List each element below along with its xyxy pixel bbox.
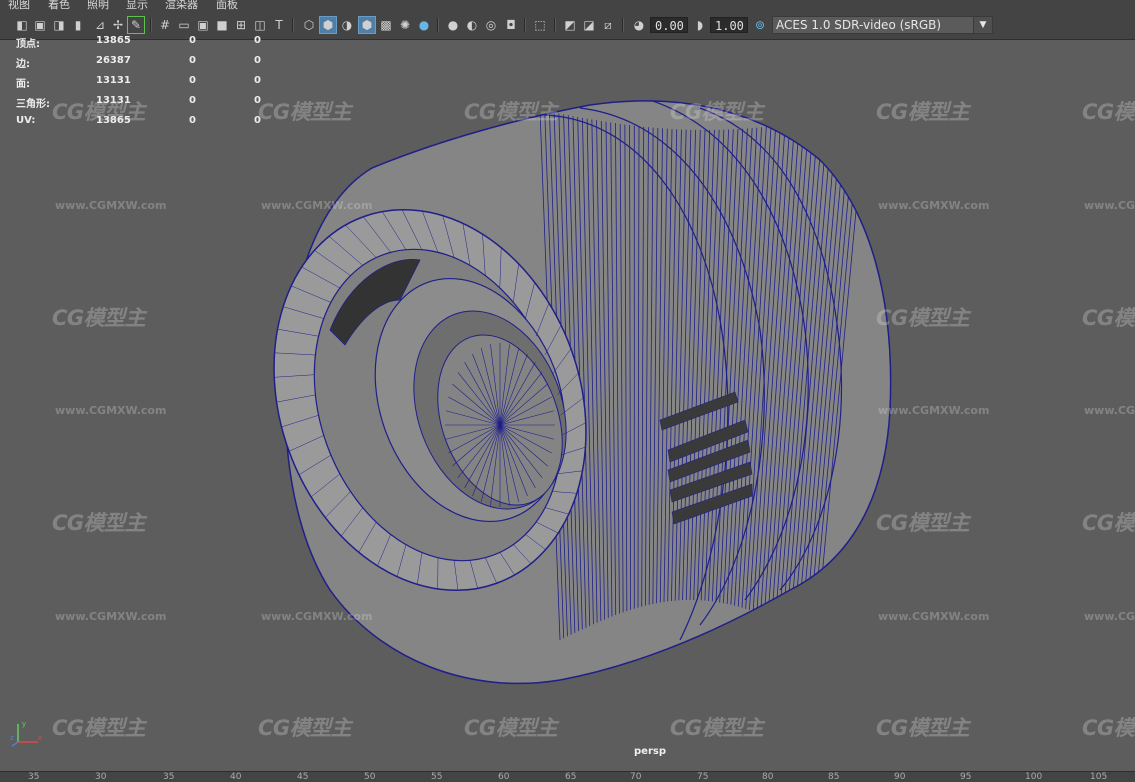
hud-value-triangles: 0: [254, 115, 261, 126]
menu-renderer[interactable]: 渲染器: [165, 0, 198, 10]
bookmark-icon[interactable]: ▮: [70, 17, 86, 33]
film-gate-toggle-icon[interactable]: ▭: [176, 17, 192, 33]
gamma-icon[interactable]: ◕: [631, 17, 647, 33]
hud-value: 13865: [96, 115, 131, 126]
menu-panels[interactable]: 面板: [216, 0, 238, 10]
menu-lighting[interactable]: 照明: [87, 0, 109, 10]
grease-pencil-icon[interactable]: ✎: [128, 17, 144, 33]
hud-label: 三角形:: [16, 95, 50, 110]
viewport-menu-bar: 视图 着色 照明 显示 渲染器 面板: [0, 0, 1135, 12]
shadows-icon[interactable]: ●: [416, 17, 432, 33]
hud-value-selected: 0: [189, 55, 196, 66]
hud-value-triangles: 0: [254, 75, 261, 86]
viewport[interactable]: [0, 39, 1135, 771]
wireframe-on-shaded-icon[interactable]: ⬢: [359, 17, 375, 33]
textured-icon[interactable]: ▩: [378, 17, 394, 33]
hud-label: 顶点:: [16, 35, 40, 50]
toolbar-separator: [292, 18, 294, 32]
chevron-down-icon[interactable]: ▼: [973, 17, 992, 33]
xray-components-icon[interactable]: ⧄: [600, 17, 616, 33]
motion-blur-icon[interactable]: ◐: [464, 17, 480, 33]
time-slider[interactable]: 35 30 35 40 45 50 55 60 65 70 75 80 85 9…: [0, 771, 1135, 782]
hud-value-selected: 0: [189, 35, 196, 46]
color-space-dropdown[interactable]: ACES 1.0 SDR-video (sRGB) ▼: [772, 16, 993, 34]
smooth-shade-icon[interactable]: ⬢: [320, 17, 336, 33]
anti-aliasing-icon[interactable]: ◎: [483, 17, 499, 33]
film-gate-icon[interactable]: ◨: [51, 17, 67, 33]
hud-value: 13865: [96, 35, 131, 46]
axis-z-label: z: [10, 734, 14, 742]
hud-label: UV:: [16, 115, 35, 126]
toolbar-separator: [524, 18, 526, 32]
color-space-label: ACES 1.0 SDR-video (sRGB): [776, 18, 941, 32]
hud-label: 面:: [16, 75, 30, 90]
viewport-toolbar: ◧ ▣ ◨ ▮ ⊿ ✢ ✎ # ▭ ▣ ■ ⊞ ◫ T ⬡ ⬢ ◑ ⬢ ▩ ✺ …: [0, 12, 1135, 40]
hud-value: 13131: [96, 95, 131, 106]
exposure-icon[interactable]: ◗: [692, 17, 708, 33]
lens-mesh[interactable]: [222, 100, 890, 683]
depth-of-field-icon[interactable]: ◘: [503, 17, 519, 33]
camera-name-label: persp: [634, 746, 666, 757]
default-material-icon[interactable]: ◑: [339, 17, 355, 33]
hud-value-triangles: 0: [254, 35, 261, 46]
hud-value: 13131: [96, 75, 131, 86]
hud-value-triangles: 0: [254, 55, 261, 66]
axis-x-label: x: [38, 734, 42, 742]
lights-icon[interactable]: ✺: [397, 17, 413, 33]
xray-icon[interactable]: ◩: [562, 17, 578, 33]
isolate-select-icon[interactable]: ⬚: [532, 17, 548, 33]
pan-zoom-icon[interactable]: ✢: [110, 17, 126, 33]
camera-icon[interactable]: ◧: [14, 17, 30, 33]
grid-icon[interactable]: #: [157, 17, 173, 33]
menu-show[interactable]: 显示: [126, 0, 148, 10]
menu-shading[interactable]: 着色: [48, 0, 70, 10]
toolbar-separator: [437, 18, 439, 32]
hud-value-selected: 0: [189, 95, 196, 106]
field-chart-icon[interactable]: ⊞: [233, 17, 249, 33]
resolution-gate-icon[interactable]: ▣: [195, 17, 211, 33]
toolbar-separator: [150, 18, 152, 32]
hud-value-selected: 0: [189, 115, 196, 126]
image-plane-icon[interactable]: ⊿: [92, 17, 108, 33]
screen-space-ao-icon[interactable]: ●: [445, 17, 461, 33]
camera-attributes-icon[interactable]: ▣: [32, 17, 48, 33]
exposure-field[interactable]: 1.00: [710, 17, 748, 33]
axis-gizmo-icon: y x z: [10, 718, 44, 748]
safe-title-icon[interactable]: T: [271, 17, 287, 33]
safe-action-icon[interactable]: ◫: [252, 17, 268, 33]
hud-label: 边:: [16, 55, 30, 70]
toolbar-separator: [554, 18, 556, 32]
color-management-icon[interactable]: ⊚: [752, 17, 768, 33]
gamma-field[interactable]: 0.00: [650, 17, 688, 33]
gate-mask-icon[interactable]: ■: [214, 17, 230, 33]
wireframe-icon[interactable]: ⬡: [301, 17, 317, 33]
hud-value: 26387: [96, 55, 131, 66]
menu-view[interactable]: 视图: [8, 0, 30, 10]
toolbar-separator: [622, 18, 624, 32]
hud-value-triangles: 0: [254, 95, 261, 106]
axis-y-label: y: [22, 720, 26, 728]
xray-joints-icon[interactable]: ◪: [581, 17, 597, 33]
hud-value-selected: 0: [189, 75, 196, 86]
